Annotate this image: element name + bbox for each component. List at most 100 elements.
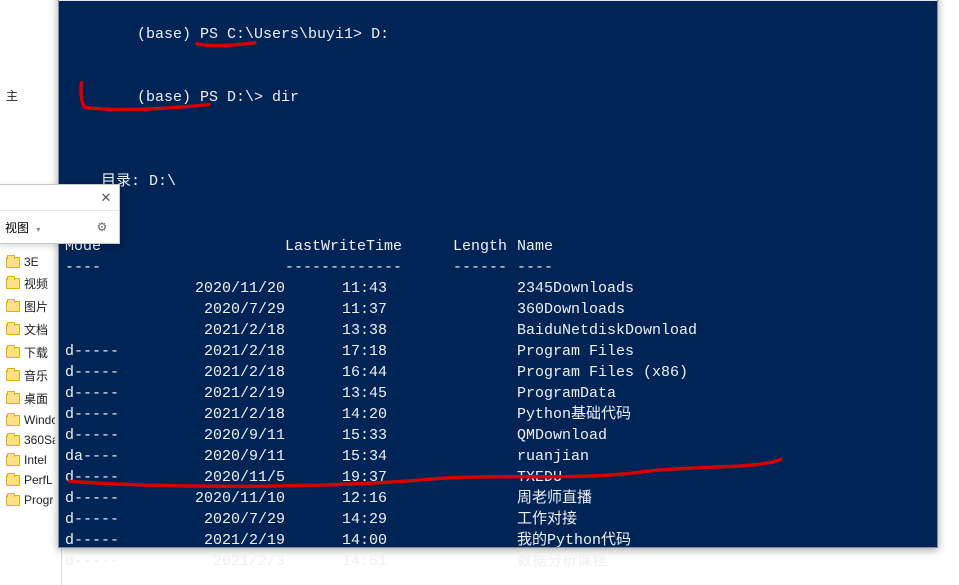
cell-mode: d----- [65, 404, 137, 425]
sidebar-item-label: 下载 [24, 344, 48, 361]
close-icon[interactable]: ✕ [99, 191, 113, 205]
sidebar-item[interactable]: 视频 [0, 272, 61, 295]
sidebar-item[interactable]: Intel [0, 450, 61, 470]
cell-length [387, 530, 507, 551]
cell-time: 13:38 [285, 320, 387, 341]
folder-icon [6, 257, 20, 268]
dir-row: d-----2021/2/1814:20Python基础代码 [65, 404, 933, 425]
sidebar-item[interactable]: PerfL [0, 470, 61, 490]
cell-name: ProgramData [507, 383, 933, 404]
sidebar-item[interactable]: 下载 [0, 341, 61, 364]
sidebar-item[interactable]: 3E [0, 252, 61, 272]
dir-row: d-----2020/11/519:37 TXEDU [65, 467, 933, 488]
sidebar-item[interactable]: Progr [0, 490, 61, 510]
sidebar-item-label: Windo [24, 413, 55, 427]
sidebar-item[interactable]: Windo [0, 410, 61, 430]
dir-row: d-----2021/2/314:51 数据分析课程 [65, 551, 933, 572]
prompt-1: (base) PS C:\Users\buyi1> [137, 26, 371, 43]
sidebar-item-label: PerfL [24, 473, 53, 487]
cell-mode: d----- [65, 362, 137, 383]
hdr-lwt [137, 236, 285, 257]
powershell-terminal[interactable]: (base) PS C:\Users\buyi1> D: (base) PS D… [58, 0, 938, 548]
cell-date: 2021/2/18 [137, 404, 285, 425]
dir-row: d-----2021/2/1817:18Program Files [65, 341, 933, 362]
view-dropdown[interactable]: 视图 ▾ [5, 219, 40, 236]
prompt-2: (base) PS D:\> [137, 89, 272, 106]
sidebar-item[interactable]: 音乐 [0, 364, 61, 387]
dir-row: 2021/2/1813:38BaiduNetdiskDownload [65, 320, 933, 341]
explorer-sidebar: 主 3E视频图片文档下载音乐桌面 Windo 360Sa Intel PerfL Prog… [0, 0, 62, 585]
cell-length [387, 509, 507, 530]
cell-name: TXEDU [507, 467, 933, 488]
sidebar-item[interactable]: 桌面 [0, 387, 61, 410]
folder-icon [6, 415, 20, 426]
terminal-body: (base) PS C:\Users\buyi1> D: (base) PS D… [59, 1, 937, 585]
dir-row: d-----2021/2/1913:45ProgramData [65, 383, 933, 404]
folder-icon [6, 495, 20, 506]
hdr-length: Length [387, 236, 507, 257]
cell-mode [65, 299, 137, 320]
cell-date: 2020/11/10 [137, 488, 285, 509]
cell-mode: d----- [65, 467, 137, 488]
cell-time: 19:37 [285, 467, 387, 488]
cell-mode: d----- [65, 488, 137, 509]
cell-length [387, 404, 507, 425]
cell-time: 17:18 [285, 341, 387, 362]
cell-name: 2345Downloads [507, 278, 933, 299]
cell-date: 2021/2/18 [137, 320, 285, 341]
dir-row: d-----2020/9/1115:33QMDownload [65, 425, 933, 446]
cell-length [387, 551, 507, 572]
sidebar-item[interactable]: 图片 [0, 295, 61, 318]
cell-date: 2021/2/3 [137, 551, 285, 572]
cell-date: 2020/7/29 [137, 509, 285, 530]
cell-mode: da---- [65, 446, 137, 467]
cell-date: 2020/7/29 [137, 299, 285, 320]
sidebar-home[interactable]: 主 [0, 84, 61, 107]
sidebar-home-label: 主 [6, 87, 18, 104]
dir-row: d-----2020/7/2914:29工作对接 [65, 509, 933, 530]
sidebar-item-label: 音乐 [24, 367, 48, 384]
cell-name: ruanjian [507, 446, 933, 467]
cell-date: 2021/2/19 [137, 383, 285, 404]
cell-time: 11:43 [285, 278, 387, 299]
cell-length [387, 362, 507, 383]
cell-length [387, 446, 507, 467]
dir-row: 2020/11/2011:43 2345Downloads [65, 278, 933, 299]
sidebar-item-label: 文档 [24, 321, 48, 338]
dir-row: d-----2020/11/1012:16周老师直播 [65, 488, 933, 509]
cell-date: 2020/9/11 [137, 425, 285, 446]
cell-name: 我的Python代码 [507, 530, 933, 551]
cell-length [387, 278, 507, 299]
cell-name: Python基础代码 [507, 404, 933, 425]
cell-mode: d----- [65, 383, 137, 404]
folder-icon [6, 370, 20, 381]
cell-time: 14:51 [285, 551, 387, 572]
cell-length [387, 467, 507, 488]
cell-name: Program Files [507, 341, 933, 362]
cell-mode: d----- [65, 551, 137, 572]
sidebar-item[interactable]: 文档 [0, 318, 61, 341]
sidebar-item-label: Intel [24, 453, 47, 467]
cell-name: 数据分析课程 [507, 551, 933, 572]
cell-date: 2020/11/5 [137, 467, 285, 488]
sidebar-item[interactable]: 360Sa [0, 430, 61, 450]
cell-length [387, 320, 507, 341]
cell-length [387, 383, 507, 404]
cell-date: 2020/11/20 [137, 278, 285, 299]
cell-time: 14:29 [285, 509, 387, 530]
tool-palette: ✕ 视图 ▾ ⚙ [0, 184, 120, 244]
cell-length [387, 488, 507, 509]
cell-name: 工作对接 [507, 509, 933, 530]
cell-time: 14:00 [285, 530, 387, 551]
chevron-down-icon: ▾ [36, 225, 40, 234]
cell-name: QMDownload [507, 425, 933, 446]
cell-time: 11:37 [285, 299, 387, 320]
sidebar-item-label: 图片 [24, 298, 48, 315]
folder-icon [6, 455, 20, 466]
cell-time: 16:44 [285, 362, 387, 383]
cell-date: 2020/9/11 [137, 446, 285, 467]
cell-date: 2021/2/19 [137, 530, 285, 551]
cell-name: Program Files (x86) [507, 362, 933, 383]
gear-icon[interactable]: ⚙ [93, 218, 111, 236]
cell-name: 360Downloads [507, 299, 933, 320]
